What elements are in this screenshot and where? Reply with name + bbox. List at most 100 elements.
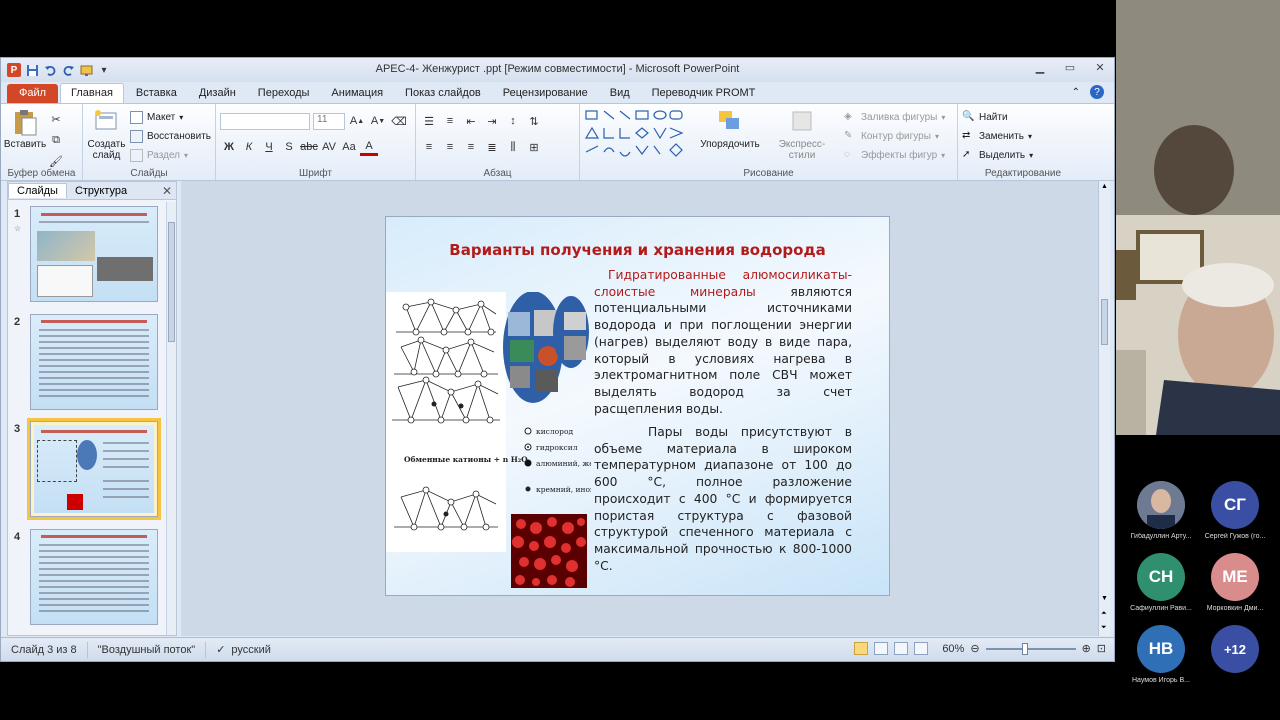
- zoom-slider[interactable]: [985, 642, 1076, 655]
- align-right-icon[interactable]: ≡: [462, 138, 480, 156]
- quick-styles-button[interactable]: Экспресс-стили: [766, 108, 838, 165]
- replace-button[interactable]: ⇄ Заменить ▾: [962, 127, 1084, 146]
- shadow-icon[interactable]: S: [280, 138, 298, 156]
- new-slide-button[interactable]: Создать слайд: [87, 108, 126, 165]
- group-editing: 🔍 Найти ⇄ Заменить ▾ ➚ Выделить ▾ Редактирова…: [958, 104, 1088, 180]
- zoom-knob[interactable]: [1021, 642, 1028, 655]
- normal-view-button[interactable]: [854, 642, 869, 655]
- numbering-icon[interactable]: ≡: [441, 112, 459, 130]
- theme-name[interactable]: "Воздушный поток": [88, 641, 207, 658]
- ribbon-collapse-icon[interactable]: ⌃: [1072, 87, 1080, 98]
- title-bar: P ▾ APEC-4- Женжурист .ppt [Режим совмес…: [1, 58, 1114, 82]
- participant-tile[interactable]: СГ Сергей Гужов (го...: [1194, 481, 1276, 540]
- decrease-indent-icon[interactable]: ⇤: [462, 112, 480, 130]
- paste-button[interactable]: Вставить: [4, 108, 46, 170]
- current-slide[interactable]: Варианты получения и хранения водорода к…: [385, 216, 890, 596]
- slideshow-icon[interactable]: [79, 63, 93, 77]
- find-button[interactable]: 🔍 Найти: [962, 108, 1084, 127]
- tab-slides[interactable]: Слайды: [8, 183, 67, 198]
- bold-icon[interactable]: Ж: [220, 138, 238, 156]
- close-panel-icon[interactable]: ✕: [162, 184, 172, 198]
- clear-format-icon[interactable]: ⌫: [390, 112, 408, 130]
- language-label: русский: [231, 643, 271, 656]
- increase-indent-icon[interactable]: ⇥: [483, 112, 501, 130]
- bullets-icon[interactable]: ☰: [420, 112, 438, 130]
- shrink-font-icon[interactable]: A ▼: [369, 112, 387, 130]
- scroll-down-icon[interactable]: ▼: [1101, 595, 1108, 602]
- align-center-icon[interactable]: ≡: [441, 138, 459, 156]
- more-participants-button[interactable]: +12: [1194, 625, 1276, 673]
- sorter-view-button[interactable]: [874, 642, 889, 655]
- tab-promt[interactable]: Переводчик PROMT: [642, 84, 766, 103]
- font-name-field[interactable]: [220, 112, 310, 130]
- participant-tile[interactable]: СН Сафиуллин Рави...: [1120, 553, 1202, 612]
- editor-scroll-thumb[interactable]: [1101, 299, 1108, 345]
- maximize-icon[interactable]: ▭: [1062, 61, 1078, 74]
- copy-icon[interactable]: ⧉: [47, 131, 65, 149]
- slides-panel-scrollbar[interactable]: [166, 202, 176, 635]
- grow-font-icon[interactable]: A ▲: [348, 112, 366, 130]
- prev-slide-icon[interactable]: ⏶: [1101, 610, 1107, 618]
- strikethrough-icon[interactable]: abc: [300, 138, 318, 156]
- legend-silicon: кремний, иног-да алюминий: [536, 485, 591, 494]
- justify-icon[interactable]: ≣: [483, 138, 501, 156]
- scroll-up-icon[interactable]: ▲: [1101, 183, 1108, 190]
- shapes-gallery[interactable]: [584, 108, 694, 162]
- powerpoint-app-icon[interactable]: P: [7, 63, 21, 77]
- tab-design[interactable]: Дизайн: [189, 84, 246, 103]
- align-left-icon[interactable]: ≡: [420, 138, 438, 156]
- redo-icon[interactable]: [61, 63, 75, 77]
- underline-icon[interactable]: Ч: [260, 138, 278, 156]
- language-indicator[interactable]: ✓ русский: [206, 642, 281, 658]
- participant-tile[interactable]: Гибадуллин Арту...: [1120, 481, 1202, 540]
- tab-file[interactable]: Файл: [7, 84, 59, 103]
- participant-tile[interactable]: МЕ Морковкин Дми...: [1194, 553, 1276, 612]
- shape-fill-button[interactable]: ◈ Заливка фигуры ▾: [844, 108, 945, 127]
- editor-scrollbar[interactable]: ▲ ▼ ⏶ ⏷: [1098, 181, 1110, 636]
- new-slide-icon: [95, 110, 117, 130]
- next-slide-icon[interactable]: ⏷: [1101, 624, 1107, 632]
- tab-insert[interactable]: Вставка: [126, 84, 187, 103]
- slideshow-view-button[interactable]: [914, 642, 929, 655]
- zoom-out-icon[interactable]: ⊖: [970, 642, 979, 655]
- case-icon[interactable]: Aa: [340, 138, 358, 156]
- font-color-icon[interactable]: A: [360, 138, 378, 156]
- tab-home[interactable]: Главная: [60, 83, 124, 103]
- spacing-icon[interactable]: AV: [320, 138, 338, 156]
- tab-transitions[interactable]: Переходы: [248, 84, 320, 103]
- font-size-field[interactable]: 11: [313, 112, 345, 130]
- line-spacing-icon[interactable]: ↕: [504, 112, 522, 130]
- arrange-icon: [719, 111, 739, 129]
- tab-view[interactable]: Вид: [600, 84, 640, 103]
- shape-outline-button[interactable]: ✎ Контур фигуры ▾: [844, 127, 945, 146]
- shape-effects-button[interactable]: ◌ Эффекты фигур ▾: [844, 146, 945, 165]
- save-icon[interactable]: [25, 63, 39, 77]
- tab-review[interactable]: Рецензирование: [493, 84, 598, 103]
- close-icon[interactable]: ✕: [1092, 61, 1108, 74]
- cursor-icon: ➚: [962, 149, 971, 160]
- zoom-in-icon[interactable]: ⊕: [1082, 642, 1091, 655]
- tab-slideshow[interactable]: Показ слайдов: [395, 84, 491, 103]
- minimize-icon[interactable]: ▁: [1032, 61, 1048, 74]
- undo-icon[interactable]: [43, 63, 57, 77]
- scroll-thumb[interactable]: [168, 222, 175, 342]
- fit-slide-icon[interactable]: ⊡: [1097, 642, 1106, 655]
- zoom-level[interactable]: 60%: [942, 643, 964, 655]
- reset-button[interactable]: Восстановить: [129, 127, 211, 146]
- qat-customize-icon[interactable]: ▾: [97, 63, 111, 77]
- smartart-icon[interactable]: ⊞: [525, 138, 543, 156]
- select-button[interactable]: ➚ Выделить ▾: [962, 146, 1084, 165]
- participant-tile[interactable]: НВ Наумов Игорь В...: [1120, 625, 1202, 684]
- text-direction-icon[interactable]: ⇅: [525, 112, 543, 130]
- group-paragraph: ☰ ≡ ⇤ ⇥ ↕ ⇅ ≡ ≡ ≡ ≣ ⫼ ⊞ Абзац: [416, 104, 580, 180]
- tab-outline[interactable]: Структура: [67, 184, 135, 198]
- cut-icon[interactable]: ✂: [47, 110, 65, 128]
- columns-icon[interactable]: ⫼: [504, 138, 522, 156]
- italic-icon[interactable]: К: [240, 138, 258, 156]
- tab-animation[interactable]: Анимация: [321, 84, 393, 103]
- arrange-button[interactable]: Упорядочить: [700, 108, 760, 165]
- reading-view-button[interactable]: [894, 642, 909, 655]
- help-icon[interactable]: ?: [1090, 85, 1104, 99]
- section-button[interactable]: Раздел ▾: [129, 146, 211, 165]
- layout-button[interactable]: Макет ▾: [129, 108, 211, 127]
